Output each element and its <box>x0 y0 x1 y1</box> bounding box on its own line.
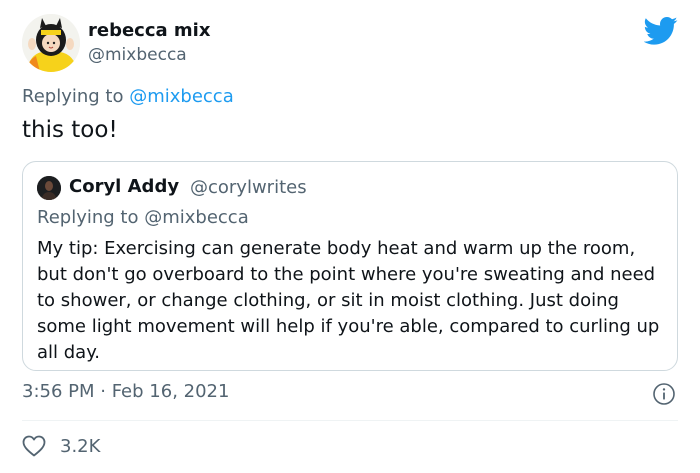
divider <box>22 420 678 421</box>
quoted-tweet-text: My tip: Exercising can generate body hea… <box>37 238 660 363</box>
like-button[interactable]: 3.2K <box>22 433 100 459</box>
author-avatar[interactable] <box>22 14 80 72</box>
quoted-replying-to-line: Replying to @mixbecca <box>37 207 249 228</box>
quoted-author-handle[interactable]: @corylwrites <box>190 177 307 198</box>
heart-icon[interactable] <box>22 435 46 457</box>
author-handle[interactable]: @mixbecca <box>88 45 187 65</box>
author-display-name[interactable]: rebecca mix <box>88 20 210 41</box>
replying-to-prefix: Replying to <box>22 86 124 107</box>
quoted-author-display-name[interactable]: Coryl Addy <box>69 176 179 197</box>
quoted-avatar-illustration <box>37 176 61 200</box>
tweet-timestamp[interactable]: 3:56 PM · Feb 16, 2021 <box>22 381 229 402</box>
replying-to-line: Replying to @mixbecca <box>22 86 234 107</box>
info-icon[interactable] <box>652 382 676 406</box>
quoted-tweet-card[interactable]: Coryl Addy @corylwrites Replying to @mix… <box>22 161 678 371</box>
quoted-replying-handle: @mixbecca <box>144 207 249 228</box>
tweet-text: this too! <box>22 117 118 143</box>
avatar-illustration <box>22 14 80 72</box>
like-count: 3.2K <box>60 435 101 457</box>
replying-to-handle-link[interactable]: @mixbecca <box>129 86 234 107</box>
quoted-replying-prefix: Replying to <box>37 207 139 228</box>
quoted-author-avatar[interactable] <box>37 176 61 200</box>
twitter-bird-icon[interactable] <box>643 16 678 46</box>
